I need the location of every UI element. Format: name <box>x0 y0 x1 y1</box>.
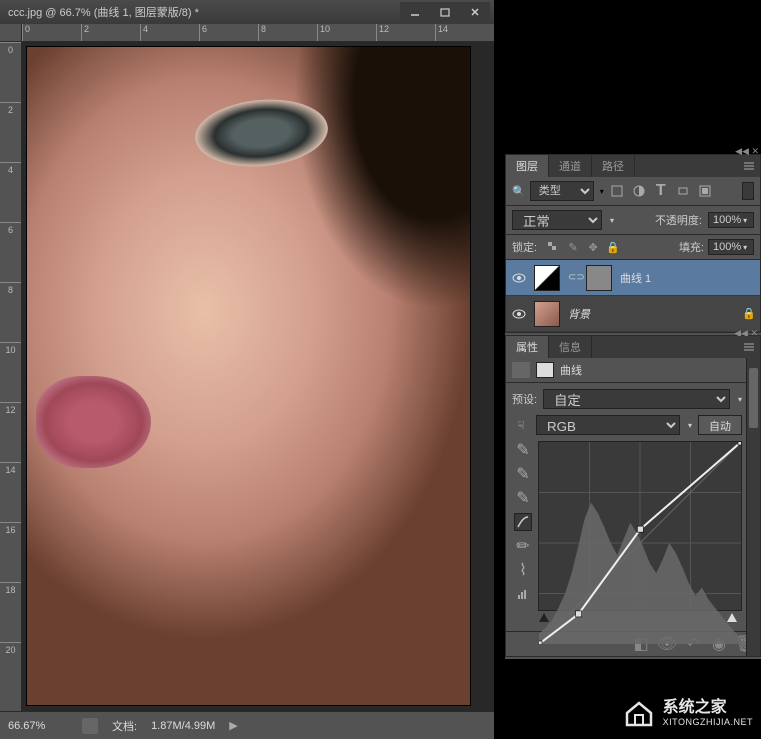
lock-pixels-icon[interactable]: ✎ <box>565 239 581 255</box>
dropdown-arrow-icon: ▾ <box>600 187 604 196</box>
zoom-level[interactable]: 66.67% <box>8 720 68 732</box>
fill-value[interactable]: 100%▾ <box>708 239 754 255</box>
curves-body: 预设: 自定 ▾ ☟ RGB ▾ 自动 ✎ ✎ ✎ ✏ ⌇ <box>506 383 760 631</box>
layer-item-background[interactable]: 背景 🔒 <box>506 296 760 332</box>
status-bar: 66.67% 文档: 1.87M/4.99M ▶ <box>0 711 494 739</box>
eyedropper-white-icon[interactable]: ✎ <box>514 489 532 507</box>
minimize-button[interactable] <box>400 2 430 22</box>
layer-link-icon[interactable]: ⊂⊃ <box>568 272 578 283</box>
curves-auto-button[interactable]: 自动 <box>698 415 742 435</box>
layers-lock-row: 锁定: ✎ ✥ 🔒 填充: 100%▾ <box>506 235 760 260</box>
properties-title: 曲线 <box>560 362 582 378</box>
document-title: ccc.jpg @ 66.7% (曲线 1, 图层蒙版/8) * <box>4 4 400 20</box>
curves-channel-row: ☟ RGB ▾ 自动 <box>512 415 742 435</box>
opacity-value[interactable]: 100%▾ <box>708 212 754 228</box>
visibility-eye-icon[interactable] <box>512 307 526 321</box>
ruler-horizontal[interactable]: 02468101214 <box>22 24 494 42</box>
layers-blend-row: 正常 ▾ 不透明度: 100%▾ <box>506 206 760 235</box>
layer-thumb-image[interactable] <box>534 301 560 327</box>
opacity-label: 不透明度: <box>655 212 702 228</box>
filter-search-icon[interactable]: 🔍 <box>512 185 526 198</box>
layer-thumb-adjustment[interactable] <box>534 265 560 291</box>
tab-properties[interactable]: 属性 <box>506 336 549 358</box>
tab-channels[interactable]: 通道 <box>549 155 592 177</box>
close-button[interactable] <box>460 2 490 22</box>
properties-panel-menu-icon[interactable] <box>742 340 756 352</box>
watermark-cn: 系统之家 <box>663 698 753 717</box>
document-titlebar[interactable]: ccc.jpg @ 66.7% (曲线 1, 图层蒙版/8) * <box>0 0 494 24</box>
layer-filter-type[interactable]: 类型 <box>530 181 594 201</box>
panels-area: ◀◀ ✕ 图层 通道 路径 🔍 类型 ▾ T 正常 ▾ 不透明度: 100%▾ … <box>505 154 761 659</box>
lock-icon[interactable]: 🔒 <box>742 307 754 320</box>
lock-position-icon[interactable]: ✥ <box>585 239 601 255</box>
layer-name[interactable]: 曲线 1 <box>620 270 651 286</box>
status-preview-icon[interactable] <box>82 718 98 734</box>
maximize-button[interactable] <box>430 2 460 22</box>
curves-preset-row: 预设: 自定 ▾ <box>512 389 742 409</box>
mask-icon[interactable] <box>536 362 554 378</box>
layer-item-curves[interactable]: ⊂⊃ 曲线 1 <box>506 260 760 296</box>
dropdown-arrow-icon: ▾ <box>738 395 742 404</box>
dropdown-arrow-icon: ▾ <box>688 421 692 430</box>
dropdown-arrow-icon: ▾ <box>610 216 614 225</box>
watermark: 系统之家 XITONGZHIJIA.NET <box>621 695 753 731</box>
properties-panel: ◀◀ ✕ 属性 信息 曲线 预设: 自定 ▾ ☟ RGB ▾ 自动 <box>505 335 761 657</box>
tab-info[interactable]: 信息 <box>549 336 592 358</box>
curve-histogram-icon[interactable] <box>514 585 532 603</box>
black-point-slider[interactable] <box>539 613 549 622</box>
layer-list: ⊂⊃ 曲线 1 背景 🔒 <box>506 260 760 332</box>
ruler-corner[interactable] <box>0 24 22 42</box>
layers-panel-tabs: 图层 通道 路径 <box>506 155 760 177</box>
filter-shape-icon[interactable] <box>674 182 692 200</box>
layers-filter-bar: 🔍 类型 ▾ T <box>506 177 760 206</box>
curves-channel-select[interactable]: RGB <box>536 415 680 435</box>
watermark-logo-icon <box>621 695 657 731</box>
canvas-image[interactable] <box>26 46 471 706</box>
status-doc-label: 文档: <box>112 718 137 734</box>
lock-all-icon[interactable]: 🔒 <box>605 239 621 255</box>
curves-input-sliders[interactable] <box>538 613 738 625</box>
layer-name[interactable]: 背景 <box>568 306 590 322</box>
status-arrow-icon[interactable]: ▶ <box>229 719 237 732</box>
curve-pencil-tool-icon[interactable]: ✏ <box>514 537 532 555</box>
scrollbar-thumb[interactable] <box>749 368 758 428</box>
filter-adjustment-icon[interactable] <box>630 182 648 200</box>
properties-header: 曲线 <box>506 358 760 383</box>
properties-panel-tabs: 属性 信息 <box>506 336 760 358</box>
visibility-eye-icon[interactable] <box>512 271 526 285</box>
preset-label: 预设: <box>512 391 537 407</box>
fill-label: 填充: <box>679 239 704 255</box>
status-doc-size: 1.87M/4.99M <box>151 720 215 732</box>
blend-mode-select[interactable]: 正常 <box>512 210 602 230</box>
properties-scrollbar[interactable] <box>746 358 760 656</box>
canvas-area[interactable] <box>22 42 494 711</box>
tab-layers[interactable]: 图层 <box>506 155 549 177</box>
targeted-adjustment-icon[interactable]: ☟ <box>512 416 530 434</box>
curves-tools: ✎ ✎ ✎ ✏ ⌇ <box>512 441 534 611</box>
lock-label: 锁定: <box>512 239 537 255</box>
eyedropper-gray-icon[interactable]: ✎ <box>514 465 532 483</box>
layer-thumb-mask[interactable] <box>586 265 612 291</box>
white-point-slider[interactable] <box>727 613 737 622</box>
eyedropper-black-icon[interactable]: ✎ <box>514 441 532 459</box>
tab-paths[interactable]: 路径 <box>592 155 635 177</box>
ruler-vertical[interactable]: 02468101214161820 <box>0 42 22 711</box>
filter-smart-icon[interactable] <box>696 182 714 200</box>
layers-panel-menu-icon[interactable] <box>742 159 756 171</box>
lock-transparency-icon[interactable] <box>545 239 561 255</box>
filter-pixel-icon[interactable] <box>608 182 626 200</box>
curves-main: ✎ ✎ ✎ ✏ ⌇ <box>512 441 742 611</box>
curve-point-tool-icon[interactable] <box>514 513 532 531</box>
layers-panel: ◀◀ ✕ 图层 通道 路径 🔍 类型 ▾ T 正常 ▾ 不透明度: 100%▾ … <box>505 154 761 333</box>
curves-adjustment-icon <box>512 362 530 378</box>
curves-graph[interactable] <box>538 441 742 611</box>
curves-preset-select[interactable]: 自定 <box>543 389 730 409</box>
watermark-en: XITONGZHIJIA.NET <box>663 717 753 728</box>
document-window: ccc.jpg @ 66.7% (曲线 1, 图层蒙版/8) * 0246810… <box>0 0 494 739</box>
filter-toggle[interactable] <box>742 182 754 200</box>
window-controls <box>400 2 490 22</box>
curve-smooth-icon[interactable]: ⌇ <box>514 561 532 579</box>
filter-type-icon[interactable]: T <box>652 182 670 200</box>
